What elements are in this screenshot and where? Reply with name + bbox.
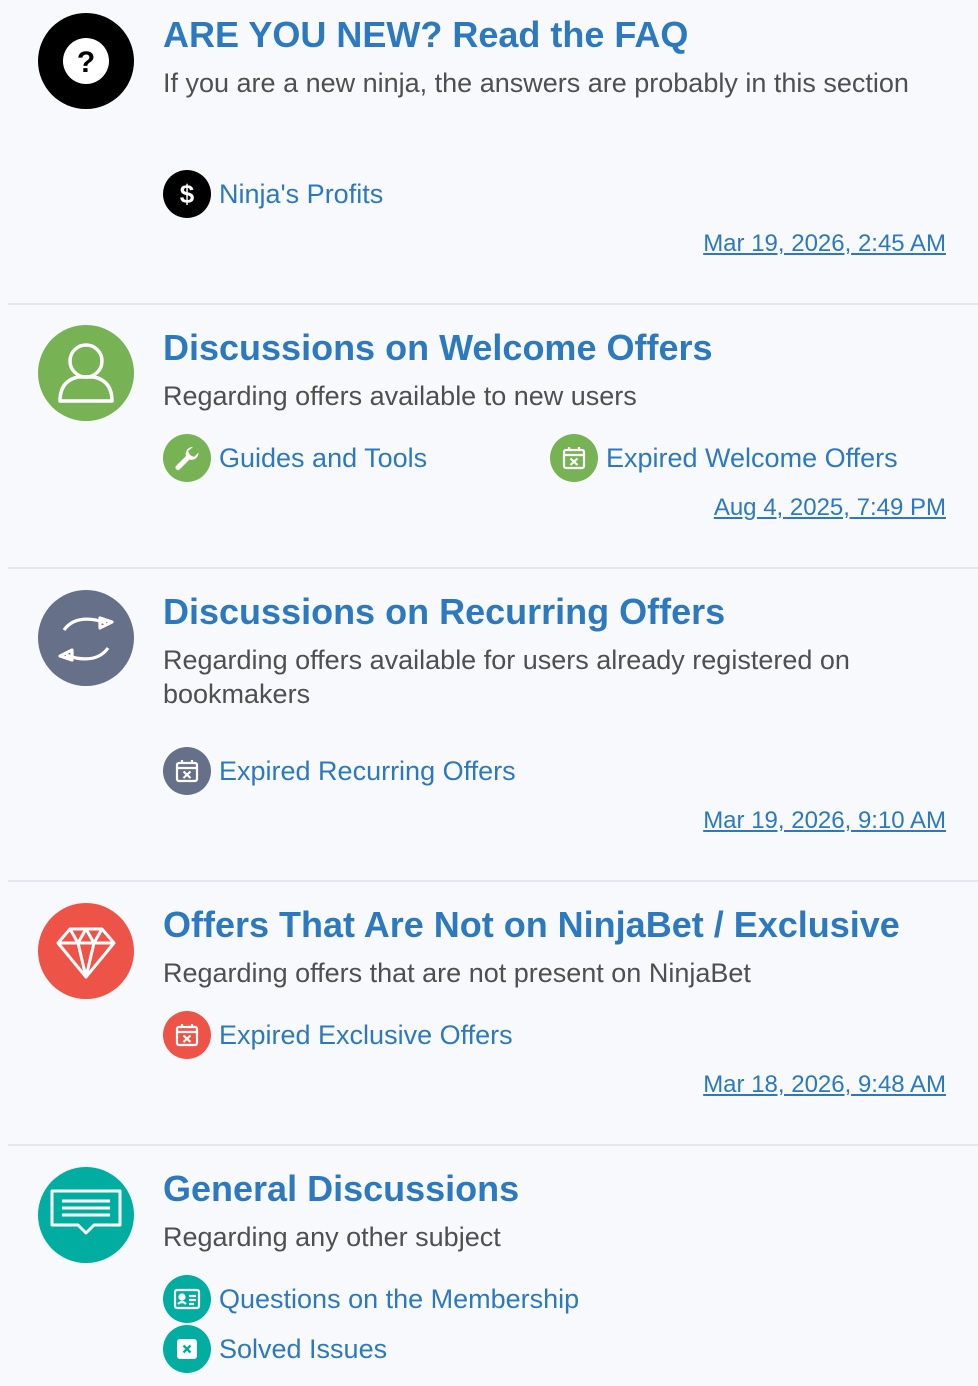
diamond-icon[interactable] bbox=[38, 903, 134, 999]
forum-title-link[interactable]: ARE YOU NEW? Read the FAQ bbox=[163, 12, 946, 58]
calendar-x-icon bbox=[163, 747, 211, 795]
subforum-link-questions-on-membership[interactable]: Questions on the Membership bbox=[163, 1275, 579, 1323]
refresh-icon[interactable] bbox=[38, 590, 134, 686]
chat-icon[interactable] bbox=[38, 1167, 134, 1263]
dollar-icon: $ bbox=[163, 170, 211, 218]
forum-row-general-discussions: General Discussions Regarding any other … bbox=[8, 1146, 978, 1386]
forum-row-exclusive-offers: Offers That Are Not on NinjaBet / Exclus… bbox=[8, 882, 978, 1146]
forum-row-recurring-offers: Discussions on Recurring Offers Regardin… bbox=[8, 569, 978, 882]
last-post-date-link[interactable]: Mar 19, 2026, 9:10 AM bbox=[703, 806, 946, 836]
calendar-x-icon bbox=[550, 434, 598, 482]
subforum-link-expired-recurring-offers[interactable]: Expired Recurring Offers bbox=[163, 747, 516, 795]
svg-text:?: ? bbox=[77, 46, 95, 79]
forum-row-welcome-offers: Discussions on Welcome Offers Regarding … bbox=[8, 305, 978, 569]
subforum-label: Expired Exclusive Offers bbox=[219, 1020, 513, 1050]
subforum-link-solved-issues[interactable]: Solved Issues bbox=[163, 1325, 387, 1373]
forum-title-link[interactable]: Offers That Are Not on NinjaBet / Exclus… bbox=[163, 902, 946, 948]
forum-main: Discussions on Welcome Offers Regarding … bbox=[163, 305, 946, 569]
x-square-icon bbox=[163, 1325, 211, 1373]
forum-main: General Discussions Regarding any other … bbox=[163, 1146, 946, 1386]
subforum-label: Expired Welcome Offers bbox=[606, 443, 898, 473]
forum-title-link[interactable]: General Discussions bbox=[163, 1166, 946, 1212]
subforum-label: Ninja's Profits bbox=[219, 179, 384, 209]
user-icon[interactable] bbox=[38, 325, 134, 421]
forum-description: If you are a new ninja, the answers are … bbox=[163, 68, 909, 98]
calendar-x-icon bbox=[163, 1011, 211, 1059]
forum-main: Discussions on Recurring Offers Regardin… bbox=[163, 569, 946, 882]
subforum-label: Guides and Tools bbox=[219, 443, 428, 473]
subforum-link-expired-welcome-offers[interactable]: Expired Welcome Offers bbox=[550, 434, 898, 482]
id-card-icon bbox=[163, 1275, 211, 1323]
subforum-label: Questions on the Membership bbox=[219, 1284, 580, 1314]
forum-description: Regarding any other subject bbox=[163, 1222, 501, 1252]
forum-description: Regarding offers that are not present on… bbox=[163, 958, 751, 988]
forum-title-link[interactable]: Discussions on Welcome Offers bbox=[163, 325, 946, 371]
forum-main: ARE YOU NEW? Read the FAQ If you are a n… bbox=[163, 0, 946, 305]
svg-text:$: $ bbox=[180, 179, 195, 209]
wrench-icon bbox=[163, 434, 211, 482]
forum-row-faq: ? ARE YOU NEW? Read the FAQ If you are a… bbox=[8, 0, 978, 305]
subforum-link-expired-exclusive-offers[interactable]: Expired Exclusive Offers bbox=[163, 1011, 513, 1059]
forum-description: Regarding offers available to new users bbox=[163, 381, 637, 411]
forum-title-link[interactable]: Discussions on Recurring Offers bbox=[163, 589, 946, 635]
question-mark-icon[interactable]: ? bbox=[38, 13, 134, 109]
forum-main: Offers That Are Not on NinjaBet / Exclus… bbox=[163, 882, 946, 1146]
subforum-label: Expired Recurring Offers bbox=[219, 756, 516, 786]
subforum-link-guides-and-tools[interactable]: Guides and Tools bbox=[163, 434, 427, 482]
last-post-date-link[interactable]: Mar 19, 2026, 2:45 AM bbox=[703, 229, 946, 259]
subforum-link-ninjas-profits[interactable]: $ Ninja's Profits bbox=[163, 170, 383, 218]
last-post-date-link[interactable]: Aug 4, 2025, 7:49 PM bbox=[714, 493, 946, 523]
last-post-date-link[interactable]: Mar 18, 2026, 9:48 AM bbox=[703, 1070, 946, 1100]
subforum-label: Solved Issues bbox=[219, 1334, 388, 1364]
forum-description: Regarding offers available for users alr… bbox=[163, 645, 850, 709]
